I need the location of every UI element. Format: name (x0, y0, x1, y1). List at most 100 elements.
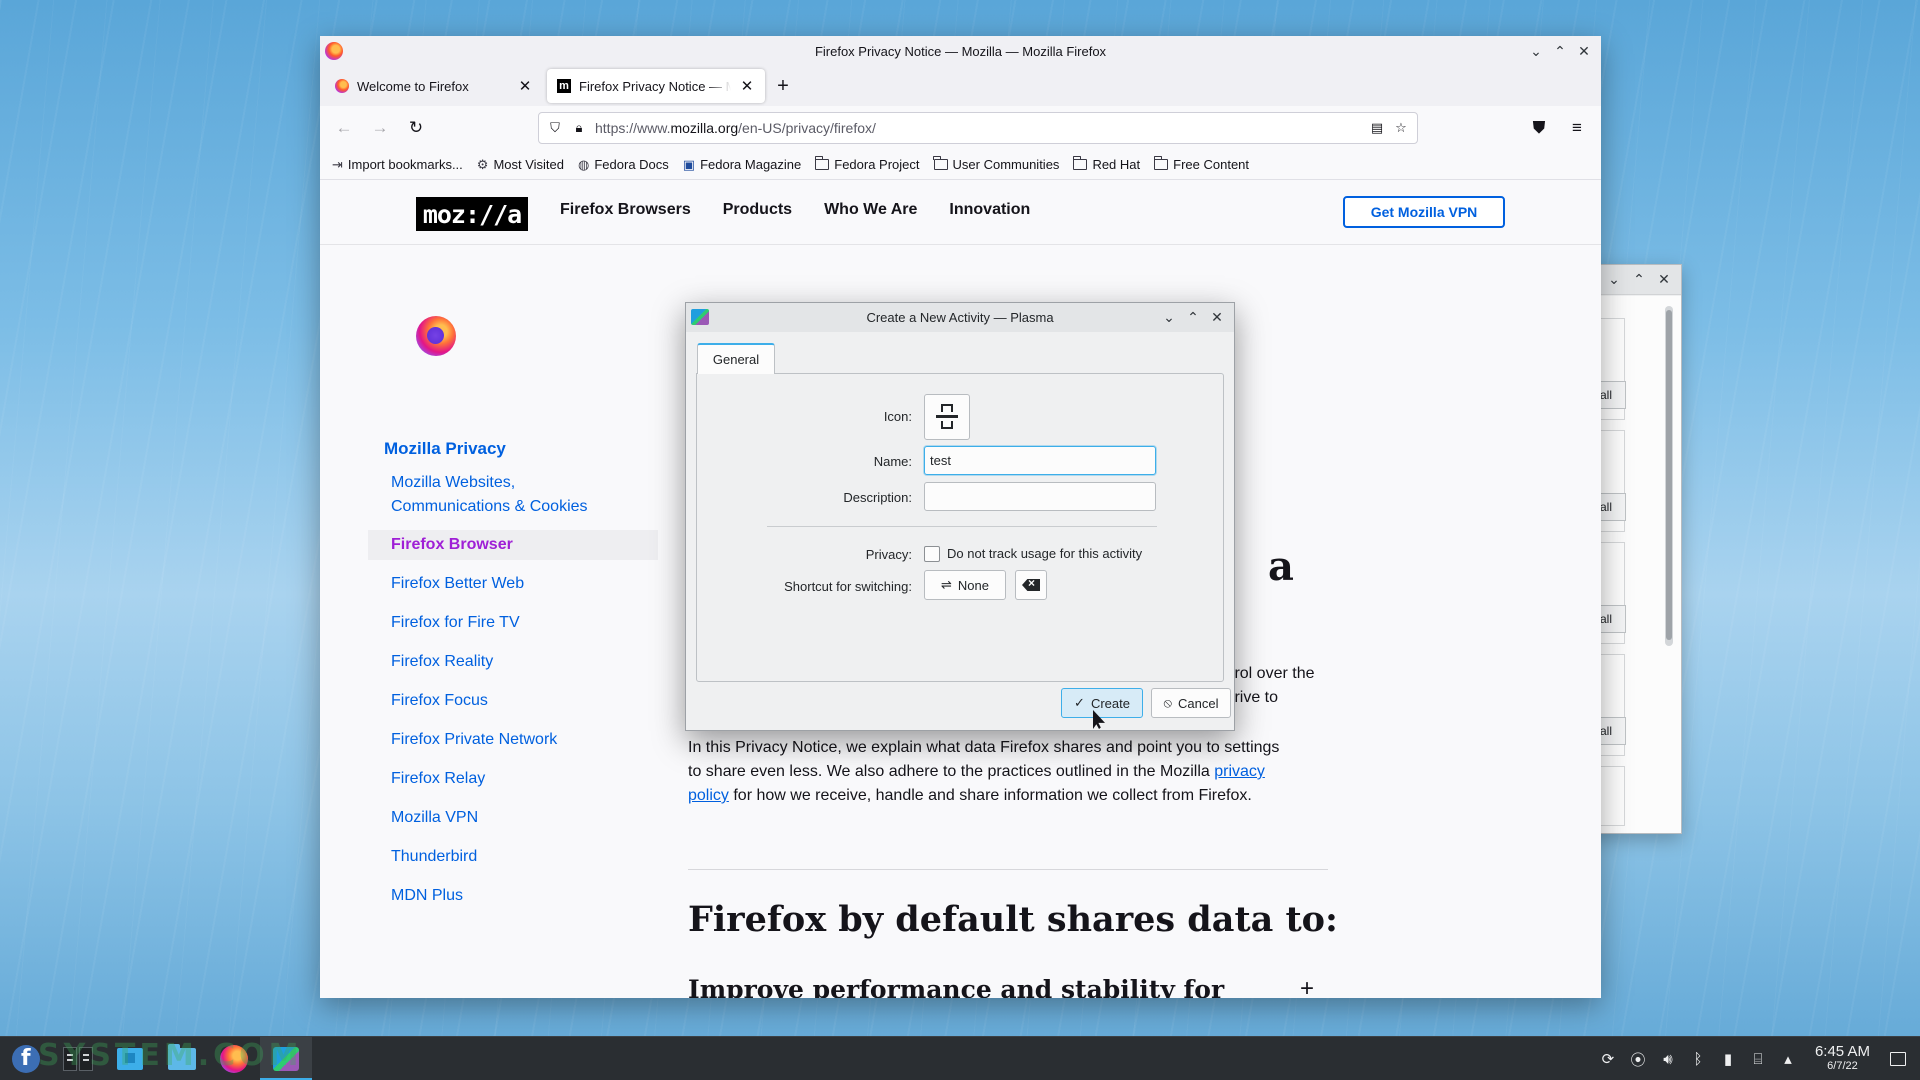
bookmark-icon: ▣ (682, 156, 696, 172)
folder-icon (1153, 156, 1169, 170)
check-icon: ✓ (1074, 695, 1085, 710)
shortcut-label: Shortcut for switching: (784, 579, 912, 594)
network-icon[interactable]: ⌸ (1749, 1051, 1767, 1068)
description-label: Description: (843, 490, 912, 505)
bg-card: all (1598, 654, 1626, 756)
bg-scrollbar-thumb[interactable] (1666, 310, 1672, 640)
subsection-heading[interactable]: Improve performance and stability for us… (688, 973, 1248, 998)
dialog-title: Create a New Activity — Plasma (866, 310, 1054, 325)
side-nav-item[interactable]: Firefox Focus (368, 689, 658, 713)
side-nav-item-active[interactable]: Firefox Browser (368, 530, 658, 560)
reload-button[interactable]: ↻ (400, 112, 432, 144)
general-panel: Icon: Name: test Description: Privacy: D… (696, 373, 1224, 682)
tab-close-icon[interactable]: ✕ (739, 77, 755, 95)
show-desktop-icon[interactable] (1890, 1052, 1906, 1066)
name-input[interactable]: test (924, 446, 1156, 475)
side-nav-item[interactable]: Firefox Better Web (368, 572, 658, 596)
close-icon[interactable]: ✕ (1653, 269, 1675, 291)
clock[interactable]: 6:45 AM 6/7/22 (1815, 1044, 1870, 1074)
bookmark-item[interactable]: User Communities (933, 156, 1059, 172)
dialog-titlebar[interactable]: Create a New Activity — Plasma ⌄ ⌃ ✕ (686, 303, 1234, 332)
cancel-button[interactable]: ⦸ Cancel (1151, 688, 1231, 718)
mozilla-favicon-icon: m (557, 79, 571, 93)
lock-icon[interactable]: 🔒︎ (571, 120, 587, 136)
do-not-track-label[interactable]: Do not track usage for this activity (947, 546, 1142, 561)
side-nav-item[interactable]: Thunderbird (368, 845, 658, 869)
update-icon[interactable]: ⟳ (1599, 1050, 1617, 1068)
shield-icon[interactable]: ⛉ (547, 120, 563, 136)
bookmark-item[interactable]: ⚙ Most Visited (477, 157, 564, 173)
maximize-icon[interactable]: ⌃ (1628, 269, 1650, 291)
close-icon[interactable]: ✕ (1206, 306, 1228, 328)
get-vpn-button[interactable]: Get Mozilla VPN (1343, 196, 1505, 228)
expand-plus-icon[interactable]: + (1300, 975, 1314, 998)
tab-close-icon[interactable]: ✕ (517, 77, 533, 95)
minimize-icon[interactable]: ⌄ (1603, 269, 1625, 291)
do-not-track-checkbox[interactable] (924, 546, 940, 562)
forward-button[interactable]: → (364, 112, 396, 144)
tab-privacy-notice[interactable]: m Firefox Privacy Notice — Mozilla ✕ (547, 69, 765, 103)
volume-icon[interactable]: 🔊︎ (1659, 1051, 1677, 1068)
firefox-titlebar[interactable]: Firefox Privacy Notice — Mozilla — Mozil… (320, 36, 1601, 66)
accessibility-icon[interactable]: ⦿ (1629, 1049, 1647, 1070)
paragraph-fragment: trive to (1230, 689, 1279, 706)
clear-shortcut-button[interactable] (1015, 570, 1047, 600)
bookmark-item[interactable]: Free Content (1153, 156, 1249, 172)
maximize-icon[interactable]: ⌃ (1182, 306, 1204, 328)
site-nav: Firefox Browsers Products Who We Are Inn… (560, 201, 1030, 219)
activity-icon-button[interactable] (924, 394, 970, 440)
tab-welcome[interactable]: Welcome to Firefox ✕ (325, 69, 543, 103)
bg-card-button[interactable]: all (1598, 717, 1626, 745)
side-nav-item[interactable]: MDN Plus (368, 884, 658, 908)
url-bar[interactable]: ⛉ 🔒︎ https://www.mozilla.org/en-US/priva… (538, 112, 1418, 144)
nav-products[interactable]: Products (723, 201, 792, 219)
nav-firefox-browsers[interactable]: Firefox Browsers (560, 201, 691, 219)
folder-icon (933, 156, 948, 170)
url-text[interactable]: https://www.mozilla.org/en-US/privacy/fi… (595, 120, 1361, 136)
side-nav-item[interactable]: Mozilla Websites, Communications & Cooki… (368, 471, 608, 519)
minimize-icon[interactable]: ⌄ (1525, 40, 1547, 62)
minimize-icon[interactable]: ⌄ (1158, 306, 1180, 328)
bookmark-item[interactable]: Fedora Project (814, 156, 920, 172)
side-nav-item[interactable]: Firefox Reality (368, 650, 658, 674)
sliders-icon: ⇌ (941, 577, 952, 592)
battery-icon[interactable]: ▮ (1719, 1050, 1737, 1068)
menu-icon[interactable]: ≡ (1561, 112, 1593, 144)
privacy-policy-link[interactable]: policy (688, 787, 729, 804)
bluetooth-icon[interactable]: ᛒ (1689, 1051, 1707, 1068)
star-icon[interactable]: ☆ (1393, 120, 1409, 136)
bg-card-button[interactable]: all (1598, 605, 1626, 633)
tab-general[interactable]: General (697, 343, 775, 374)
side-nav-item[interactable]: Firefox Private Network (368, 728, 658, 752)
nav-who-we-are[interactable]: Who We Are (824, 201, 917, 219)
pocket-icon[interactable]: ⛊ (1523, 112, 1555, 144)
folder-icon (1072, 156, 1088, 170)
nav-innovation[interactable]: Innovation (949, 201, 1030, 219)
shortcut-button[interactable]: ⇌ None (924, 570, 1006, 600)
mozilla-logo[interactable]: moz://a (416, 197, 528, 231)
reader-view-icon[interactable]: ▤ (1369, 120, 1385, 136)
bookmark-item[interactable]: Red Hat (1072, 156, 1140, 172)
maximize-icon[interactable]: ⌃ (1549, 40, 1571, 62)
folder-icon (814, 156, 830, 170)
side-nav-item[interactable]: Firefox for Fire TV (368, 611, 658, 635)
back-button[interactable]: ← (328, 112, 360, 144)
close-icon[interactable]: ✕ (1573, 40, 1595, 62)
firefox-favicon-icon (335, 79, 349, 93)
side-nav-item[interactable]: Firefox Relay (368, 767, 658, 791)
bg-scrollbar[interactable] (1665, 306, 1673, 646)
bookmark-item[interactable]: ◍ Fedora Docs (578, 157, 669, 173)
bg-card-button[interactable]: all (1598, 381, 1626, 409)
separator (767, 526, 1157, 527)
create-button[interactable]: ✓ Create (1061, 688, 1143, 718)
description-input[interactable] (924, 482, 1156, 511)
bookmark-item[interactable]: ⇥ Import bookmarks... (332, 157, 463, 173)
bg-card-button[interactable]: all (1598, 493, 1626, 521)
watermark: SYSTEM.COM (38, 1038, 303, 1073)
side-nav-title[interactable]: Mozilla Privacy (384, 439, 658, 459)
tray-expand-icon[interactable]: ▴ (1779, 1050, 1797, 1068)
side-nav-item[interactable]: Mozilla VPN (368, 806, 658, 830)
new-tab-button[interactable]: + (769, 72, 797, 100)
privacy-policy-link[interactable]: privacy (1214, 763, 1265, 780)
bookmark-item[interactable]: ▣ Fedora Magazine (683, 157, 801, 173)
